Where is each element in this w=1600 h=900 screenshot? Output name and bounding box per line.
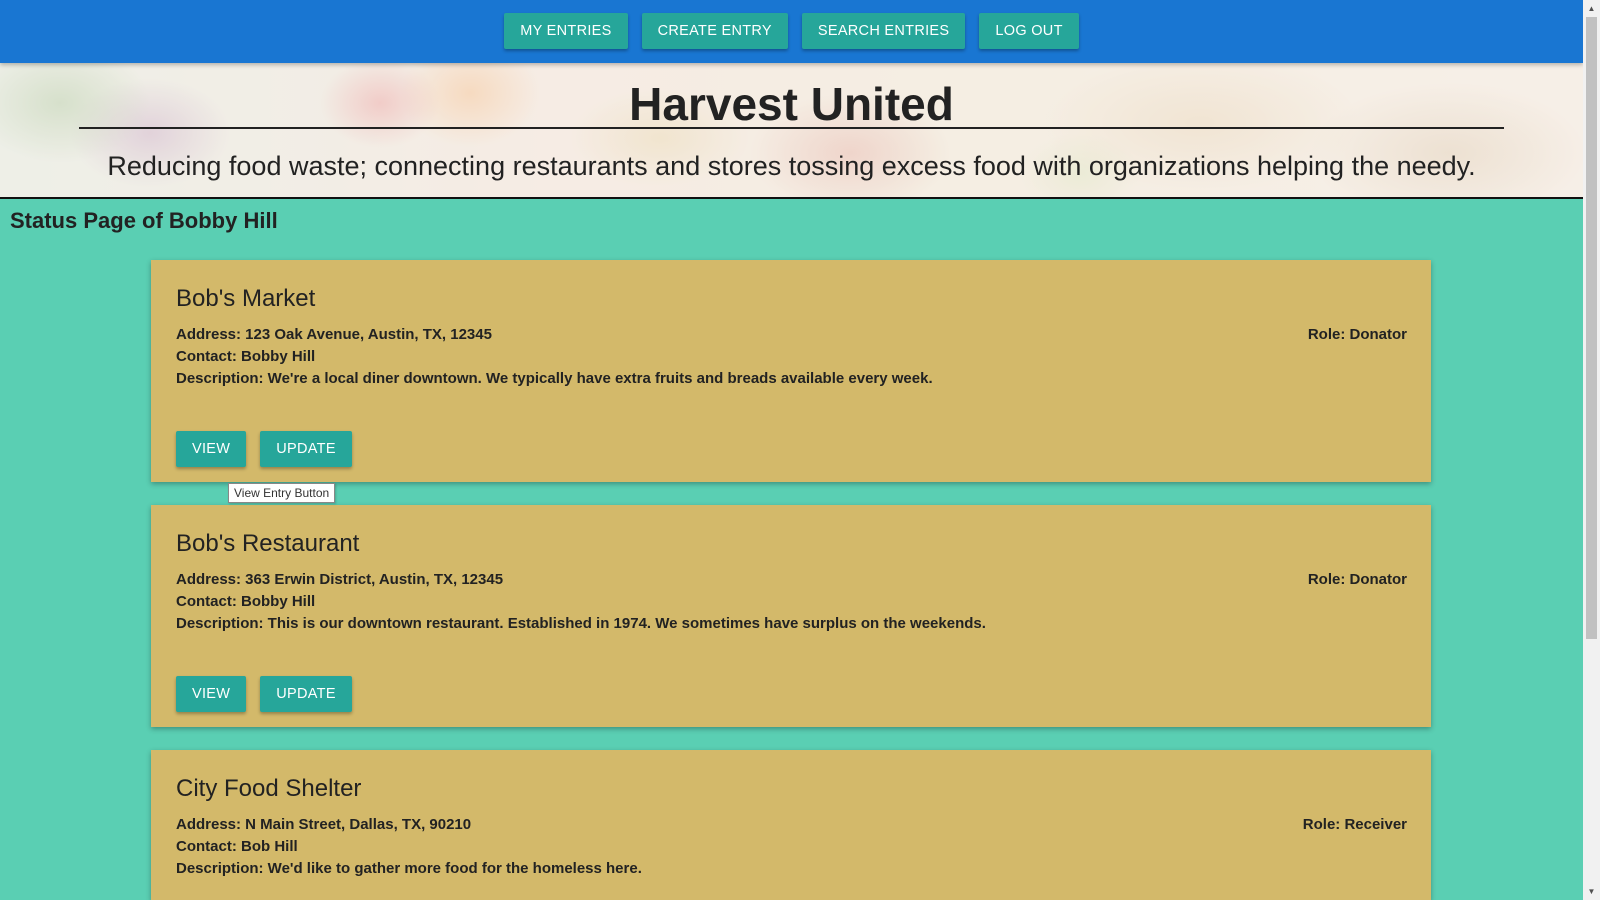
entry-role: Role: Donator: [1307, 571, 1407, 588]
scrollbar-thumb[interactable]: [1586, 17, 1597, 639]
scroll-down-arrow-icon[interactable]: ▼: [1583, 883, 1600, 900]
search-entries-button[interactable]: SEARCH ENTRIES: [801, 12, 966, 49]
entry-address: Address: 123 Oak Avenue, Austin, TX, 123…: [176, 326, 492, 343]
entry-address: Address: 363 Erwin District, Austin, TX,…: [176, 571, 504, 588]
entry-contact: Contact: Bobby Hill: [176, 348, 316, 365]
entry-contact: Contact: Bob Hill: [176, 838, 298, 855]
scroll-up-arrow-icon[interactable]: ▲: [1583, 0, 1600, 17]
entry-name: Bob's Restaurant: [176, 530, 360, 557]
entry-role: Role: Donator: [1307, 326, 1407, 343]
view-button[interactable]: VIEW: [176, 676, 247, 712]
view-entry-tooltip: View Entry Button: [228, 483, 336, 503]
title-divider: [79, 127, 1504, 129]
entry-contact: Contact: Bobby Hill: [176, 593, 316, 610]
page-scrollbar[interactable]: ▲ ▼: [1583, 0, 1600, 900]
entry-description: Description: This is our downtown restau…: [176, 615, 986, 632]
log-out-button[interactable]: LOG OUT: [979, 12, 1079, 49]
entry-name: City Food Shelter: [176, 775, 362, 802]
create-entry-button[interactable]: CREATE ENTRY: [641, 12, 788, 49]
hero-banner: Harvest United Reducing food waste; conn…: [0, 63, 1583, 199]
page-title: Status Page of Bobby Hill: [10, 208, 278, 233]
view-button[interactable]: VIEW: [176, 431, 247, 467]
entry-description: Description: We're a local diner downtow…: [176, 370, 933, 387]
entry-actions: VIEW UPDATE: [176, 431, 352, 467]
entry-address: Address: N Main Street, Dallas, TX, 9021…: [176, 816, 472, 833]
site-title: Harvest United: [629, 78, 954, 130]
entry-actions: VIEW UPDATE: [176, 676, 352, 712]
entry-card: Bob's Market Address: 123 Oak Avenue, Au…: [151, 260, 1431, 482]
update-button[interactable]: UPDATE: [260, 431, 352, 467]
entry-card: Bob's Restaurant Address: 363 Erwin Dist…: [151, 505, 1431, 727]
entry-description: Description: We'd like to gather more fo…: [176, 860, 642, 877]
entry-name: Bob's Market: [176, 285, 316, 312]
site-tagline: Reducing food waste; connecting restaura…: [107, 151, 1476, 181]
top-nav: MY ENTRIES CREATE ENTRY SEARCH ENTRIES L…: [0, 0, 1583, 63]
entry-role: Role: Receiver: [1302, 816, 1407, 833]
my-entries-button[interactable]: MY ENTRIES: [504, 12, 628, 49]
entry-card: City Food Shelter Address: N Main Street…: [151, 750, 1431, 900]
update-button[interactable]: UPDATE: [260, 676, 352, 712]
